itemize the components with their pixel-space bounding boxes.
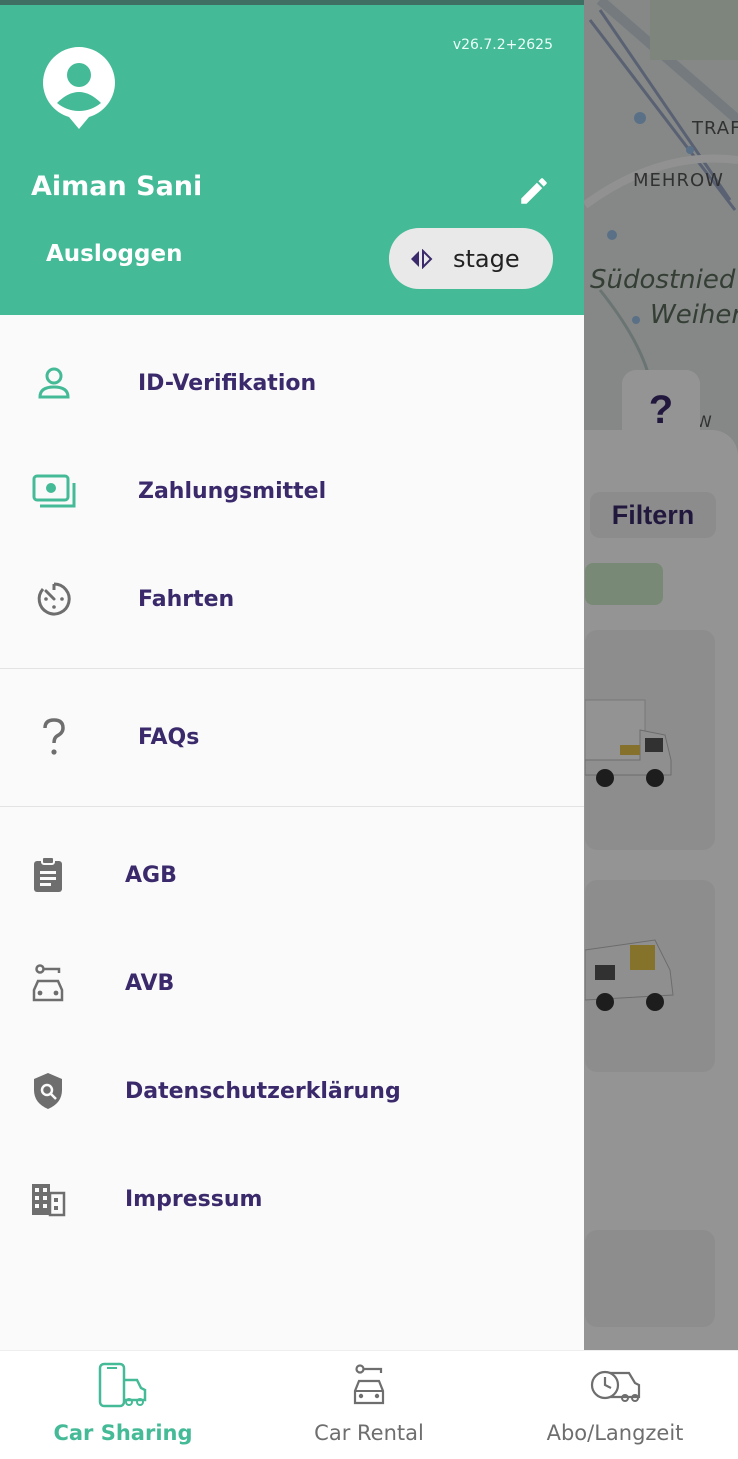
menu-item-privacy[interactable]: Datenschutzerklärung	[0, 1041, 584, 1141]
menu-item-faqs[interactable]: FAQs	[0, 687, 584, 787]
building-icon	[24, 1175, 72, 1223]
menu-item-agb[interactable]: AGB	[0, 825, 584, 925]
car-key-icon	[351, 1361, 387, 1409]
menu-item-trips[interactable]: Fahrten	[0, 549, 584, 649]
timer-icon	[30, 575, 78, 623]
nav-tab-car-sharing[interactable]: Car Sharing	[23, 1351, 223, 1459]
menu-item-id-verification[interactable]: ID-Verifikation	[0, 333, 584, 433]
logout-button[interactable]: Ausloggen	[46, 241, 182, 267]
environment-label: stage	[453, 244, 520, 273]
app-version: v26.7.2+2625	[452, 37, 553, 53]
environment-toggle[interactable]: stage	[389, 228, 553, 289]
bottom-navigation: Car Sharing Car Rental Abo/Langzeit	[0, 1350, 738, 1459]
avatar-icon[interactable]	[41, 45, 117, 131]
menu-item-label: FAQs	[138, 724, 200, 750]
clipboard-icon	[24, 851, 72, 899]
phone-car-icon	[97, 1361, 149, 1409]
edit-profile-button[interactable]	[514, 171, 554, 211]
menu-item-label: AGB	[125, 862, 177, 888]
menu-item-label: AVB	[125, 970, 175, 996]
menu-item-label: Fahrten	[138, 586, 235, 612]
menu-item-impressum[interactable]: Impressum	[0, 1149, 584, 1249]
shield-search-icon	[24, 1067, 72, 1115]
menu-item-label: ID-Verifikation	[138, 370, 317, 396]
car-key-icon	[24, 959, 72, 1007]
divider	[0, 806, 584, 807]
car-clock-icon	[589, 1361, 641, 1409]
pencil-icon	[521, 178, 547, 204]
navigation-drawer: v26.7.2+2625 Aiman Sani Ausloggen stage	[0, 0, 584, 1350]
payment-icon	[30, 467, 78, 515]
menu-item-label: Datenschutzerklärung	[125, 1078, 401, 1104]
menu-item-avb[interactable]: AVB	[0, 933, 584, 1033]
person-outline-icon	[30, 359, 78, 407]
swap-arrows-icon	[389, 248, 453, 269]
nav-tab-car-rental[interactable]: Car Rental	[269, 1351, 469, 1459]
menu-item-label: Impressum	[125, 1186, 263, 1212]
question-mark-icon	[30, 713, 78, 761]
menu-item-payment[interactable]: Zahlungsmittel	[0, 441, 584, 541]
user-name: Aiman Sani	[31, 171, 203, 202]
nav-tab-label: Car Sharing	[53, 1421, 193, 1445]
nav-tab-label: Abo/Langzeit	[546, 1421, 684, 1445]
drawer-header: v26.7.2+2625 Aiman Sani Ausloggen stage	[0, 0, 584, 315]
nav-tab-subscription[interactable]: Abo/Langzeit	[515, 1351, 715, 1459]
menu-item-label: Zahlungsmittel	[138, 478, 327, 504]
nav-tab-label: Car Rental	[314, 1421, 424, 1445]
divider	[0, 668, 584, 669]
